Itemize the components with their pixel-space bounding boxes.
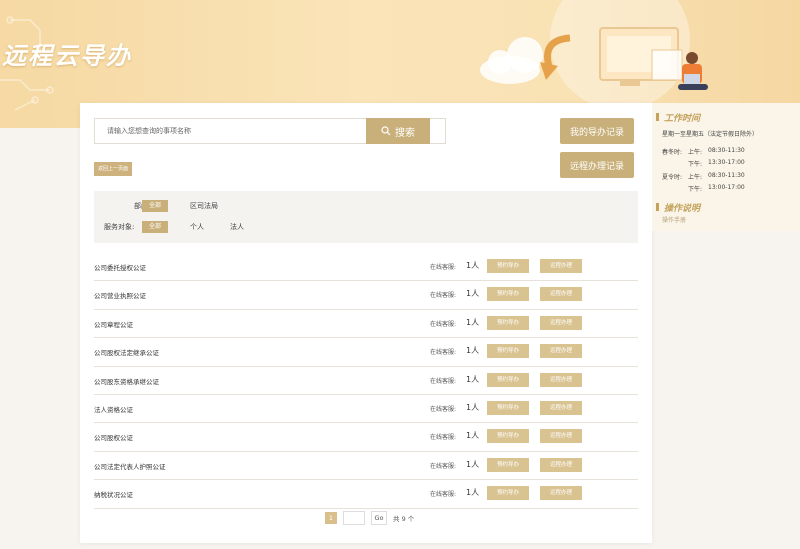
reserve-guide-button[interactable]: 预约导办 bbox=[487, 259, 529, 273]
target-option-legal-person[interactable]: 法人 bbox=[230, 222, 244, 232]
item-name[interactable]: 法人资格公证 bbox=[94, 404, 133, 414]
banner-title: 远程云导办 bbox=[2, 42, 132, 70]
dept-option-all[interactable]: 全部 bbox=[142, 200, 169, 212]
page-jump-input[interactable] bbox=[343, 511, 365, 525]
back-button[interactable]: 返回上一页面 bbox=[94, 162, 133, 176]
spring-am-label: 上午: bbox=[688, 149, 703, 156]
info-side-panel: 工作时间 星期一至星期五（法定节假日除外） 春冬时: 上午: 08:30-11:… bbox=[652, 103, 800, 231]
item-name[interactable]: 公司章程公证 bbox=[94, 319, 133, 329]
online-service-label: 在线客服: bbox=[430, 292, 457, 300]
summer-am-time: 08:30-11:30 bbox=[708, 172, 745, 179]
main-panel: 请输入您想查询的事项名称 搜索 我的导办记录 远程办理记录 返回上一页面 部门:… bbox=[80, 103, 652, 543]
clock-icon bbox=[656, 113, 659, 121]
online-count: 1人 bbox=[466, 289, 480, 299]
dept-option-justice-bureau[interactable]: 区司法局 bbox=[190, 201, 218, 211]
guide-manual-link[interactable]: 操作手册 bbox=[662, 215, 686, 224]
search-icon bbox=[381, 126, 391, 136]
page-go-button[interactable]: Go bbox=[371, 511, 387, 525]
item-name[interactable]: 公司营业执照公证 bbox=[94, 290, 146, 300]
online-count: 1人 bbox=[466, 261, 480, 270]
online-count: 1人 bbox=[466, 346, 480, 356]
guide-title: 操作说明 bbox=[664, 204, 701, 214]
item-name[interactable]: 公司股权公证 bbox=[94, 432, 133, 442]
guide-icon bbox=[656, 203, 659, 211]
remote-apply-button[interactable]: 远程办理 bbox=[540, 457, 582, 472]
online-service-label: 在线客服: bbox=[430, 462, 457, 470]
item-name[interactable]: 公司股权法定继承公证 bbox=[94, 347, 159, 357]
target-option-individual[interactable]: 个人 bbox=[190, 222, 204, 232]
online-count: 1人 bbox=[466, 317, 480, 327]
remote-apply-button[interactable]: 远程办理 bbox=[540, 486, 582, 501]
item-name[interactable]: 公司委托授权公证 bbox=[94, 262, 146, 272]
list-item: 公司股权公证 在线客服: 1人 预约导办 远程办理 bbox=[94, 423, 638, 452]
summer-am-label: 上午: bbox=[688, 174, 703, 181]
reserve-guide-button[interactable]: 预约导办 bbox=[487, 486, 529, 501]
online-service-label: 在线客服: bbox=[430, 491, 457, 499]
online-count: 1人 bbox=[466, 402, 480, 412]
reserve-guide-button[interactable]: 预约导办 bbox=[487, 457, 529, 472]
online-count: 1人 bbox=[466, 431, 480, 441]
remote-apply-button[interactable]: 远程办理 bbox=[540, 259, 582, 273]
list-item: 公司委托授权公证 在线客服: 1人 预约导办 远程办理 bbox=[94, 253, 638, 282]
spring-label: 春冬时: bbox=[662, 149, 683, 156]
target-option-all[interactable]: 全部 bbox=[142, 221, 169, 233]
list-item: 公司营业执照公证 在线客服: 1人 预约导办 远程办理 bbox=[94, 281, 638, 310]
remote-apply-button[interactable]: 远程办理 bbox=[540, 429, 582, 444]
remote-apply-button[interactable]: 远程办理 bbox=[540, 344, 582, 359]
online-count: 1人 bbox=[466, 459, 480, 469]
list-item: 公司股权法定继承公证 在线客服: 1人 预约导办 远程办理 bbox=[94, 338, 638, 367]
item-name[interactable]: 公司股东资格承继公证 bbox=[94, 376, 159, 386]
list-item: 公司章程公证 在线客服: 1人 预约导办 远程办理 bbox=[94, 310, 638, 339]
total-count: 共 9 个 bbox=[393, 515, 415, 523]
online-service-label: 在线客服: bbox=[430, 405, 457, 413]
remote-apply-button[interactable]: 远程办理 bbox=[540, 400, 582, 415]
summer-label: 夏令时: bbox=[662, 174, 683, 181]
work-days-text: 星期一至星期五（法定节假日除外） bbox=[662, 131, 759, 138]
list-item: 公司法定代表人护照公证 在线客服: 1人 预约导办 远程办理 bbox=[94, 452, 638, 481]
reserve-guide-button[interactable]: 预约导办 bbox=[487, 287, 529, 302]
remote-apply-button[interactable]: 远程办理 bbox=[540, 287, 582, 302]
online-service-label: 在线客服: bbox=[430, 264, 457, 271]
online-service-label: 在线客服: bbox=[430, 349, 457, 357]
reserve-guide-button[interactable]: 预约导办 bbox=[487, 372, 529, 387]
reserve-guide-button[interactable]: 预约导办 bbox=[487, 344, 529, 359]
reserve-guide-button[interactable]: 预约导办 bbox=[487, 400, 529, 415]
spring-pm-label: 下午: bbox=[688, 161, 703, 168]
online-service-label: 在线客服: bbox=[430, 320, 457, 328]
online-count: 1人 bbox=[466, 374, 480, 384]
summer-pm-time: 13:00-17:00 bbox=[708, 184, 745, 191]
list-item: 纳税状况公证 在线客服: 1人 预约导办 远程办理 bbox=[94, 480, 638, 509]
search-button-label: 搜索 bbox=[395, 127, 415, 139]
remote-apply-button[interactable]: 远程办理 bbox=[540, 315, 582, 330]
online-service-label: 在线客服: bbox=[430, 434, 457, 442]
summer-pm-label: 下午: bbox=[688, 186, 703, 193]
remote-records-button[interactable]: 远程办理记录 bbox=[560, 152, 634, 178]
search-button[interactable]: 搜索 bbox=[366, 118, 430, 144]
my-records-button[interactable]: 我的导办记录 bbox=[560, 118, 634, 144]
item-name[interactable]: 纳税状况公证 bbox=[94, 489, 133, 499]
filter-panel: 部门: 全部 区司法局 服务对象: 全部 个人 法人 bbox=[94, 191, 638, 243]
work-time-title: 工作时间 bbox=[664, 114, 701, 124]
remote-apply-button[interactable]: 远程办理 bbox=[540, 372, 582, 387]
list-item: 公司股东资格承继公证 在线客服: 1人 预约导办 远程办理 bbox=[94, 367, 638, 395]
spring-pm-time: 13:30-17:00 bbox=[708, 159, 745, 166]
service-list: 公司委托授权公证 在线客服: 1人 预约导办 远程办理 公司营业执照公证 在线客… bbox=[94, 253, 638, 509]
online-count: 1人 bbox=[466, 488, 480, 498]
page-number-button[interactable]: 1 bbox=[325, 512, 337, 524]
pagination: 1 Go 共 9 个 bbox=[325, 511, 414, 525]
list-item: 法人资格公证 在线客服: 1人 预约导办 远程办理 bbox=[94, 395, 638, 424]
item-name[interactable]: 公司法定代表人护照公证 bbox=[94, 461, 166, 471]
reserve-guide-button[interactable]: 预约导办 bbox=[487, 429, 529, 444]
spring-am-time: 08:30-11:30 bbox=[708, 147, 745, 154]
online-service-label: 在线客服: bbox=[430, 377, 457, 385]
reserve-guide-button[interactable]: 预约导办 bbox=[487, 315, 529, 330]
target-filter-label: 服务对象: bbox=[104, 223, 135, 231]
